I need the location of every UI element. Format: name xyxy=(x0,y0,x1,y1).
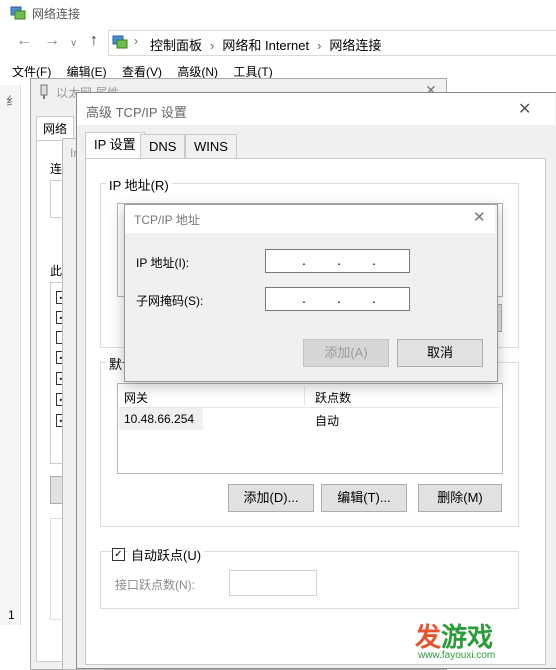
gateway-list-header xyxy=(119,385,499,408)
tab-ip-settings[interactable]: IP 设置 xyxy=(85,132,145,159)
close-icon[interactable]: ✕ xyxy=(518,99,531,119)
connect-label-fragment: 连 xyxy=(50,162,63,176)
watermark-brand-a: 发 xyxy=(415,623,442,653)
left-fragment: 纟 xyxy=(6,94,19,108)
close-icon[interactable]: ✕ xyxy=(473,208,486,226)
chevron-right-icon: › xyxy=(317,38,322,53)
window-titlebar xyxy=(0,0,556,28)
advanced-dialog-title: 高级 TCP/IP 设置 xyxy=(86,105,187,120)
ip-address-group-label: IP 地址(R) xyxy=(106,175,172,194)
interface-metric-label: 接口跃点数(N): xyxy=(115,578,195,592)
breadcrumb-item[interactable]: 网络连接 xyxy=(329,38,381,53)
auto-metric-checkbox[interactable]: ✓ xyxy=(112,548,125,561)
interface-metric-input[interactable] xyxy=(229,570,317,596)
cancel-button[interactable]: 取消 xyxy=(397,339,483,367)
auto-metric-label: 自动跃点(U) xyxy=(128,545,205,564)
menu-view[interactable]: 查看(V) xyxy=(122,65,162,79)
network-folder-icon xyxy=(10,6,26,20)
watermark-brand-b: 游戏 xyxy=(441,623,494,653)
items-label-fragment: 此 xyxy=(50,264,63,278)
column-divider[interactable] xyxy=(304,386,305,406)
ip-address-input[interactable]: . . . xyxy=(265,249,410,273)
breadcrumb-item[interactable]: 网络和 Internet xyxy=(222,38,309,53)
breadcrumb: 控制面板 › 网络和 Internet › 网络连接 xyxy=(150,35,381,54)
gateway-cell: 10.48.66.254 xyxy=(124,412,195,426)
subnet-mask-label: 子网掩码(S): xyxy=(136,294,204,308)
status-count: 1 xyxy=(8,608,15,622)
control-panel-icon xyxy=(112,35,128,49)
add-gateway-button[interactable]: 添加(D)... xyxy=(228,484,314,512)
menu-advanced[interactable]: 高级(N) xyxy=(177,65,218,79)
up-arrow-icon[interactable]: ↑ xyxy=(90,32,98,50)
metric-cell: 自动 xyxy=(315,414,340,428)
watermark-url: www.fayouxi.com xyxy=(418,650,496,661)
add-address-button[interactable]: 添加(A) xyxy=(303,339,389,367)
menu-tools[interactable]: 工具(T) xyxy=(233,65,272,79)
recent-chevron-icon[interactable]: ∨ xyxy=(70,38,77,49)
forward-arrow-icon[interactable]: → xyxy=(44,32,60,50)
explorer-left-frame xyxy=(0,85,21,625)
back-arrow-icon[interactable]: ← xyxy=(16,32,32,50)
octet-separator: . xyxy=(372,252,376,268)
chevron-right-icon: › xyxy=(134,34,138,48)
tab-wins[interactable]: WINS xyxy=(185,134,237,159)
menu-edit[interactable]: 编辑(E) xyxy=(67,65,107,79)
tcpip-dialog-title: TCP/IP 地址 xyxy=(134,213,200,227)
network-adapter-icon xyxy=(40,84,48,99)
watermark-logo: 发游戏 xyxy=(415,617,493,654)
octet-separator: . xyxy=(337,252,341,268)
edit-gateway-button[interactable]: 编辑(T)... xyxy=(321,484,407,512)
column-header-metric[interactable]: 跃点数 xyxy=(315,389,351,406)
subnet-mask-input[interactable]: . . . xyxy=(265,287,410,311)
chevron-right-icon: › xyxy=(210,38,215,53)
window-title: 网络连接 xyxy=(32,7,81,21)
column-header-gateway[interactable]: 网关 xyxy=(124,389,148,406)
ip-address-label: IP 地址(I): xyxy=(136,256,190,270)
delete-gateway-button[interactable]: 删除(M) xyxy=(418,484,502,512)
breadcrumb-item[interactable]: 控制面板 xyxy=(150,38,202,53)
tab-dns[interactable]: DNS xyxy=(140,134,186,159)
octet-separator: . xyxy=(337,290,341,306)
octet-separator: . xyxy=(372,290,376,306)
menu-file[interactable]: 文件(F) xyxy=(12,65,51,79)
octet-separator: . xyxy=(302,290,306,306)
octet-separator: . xyxy=(302,252,306,268)
